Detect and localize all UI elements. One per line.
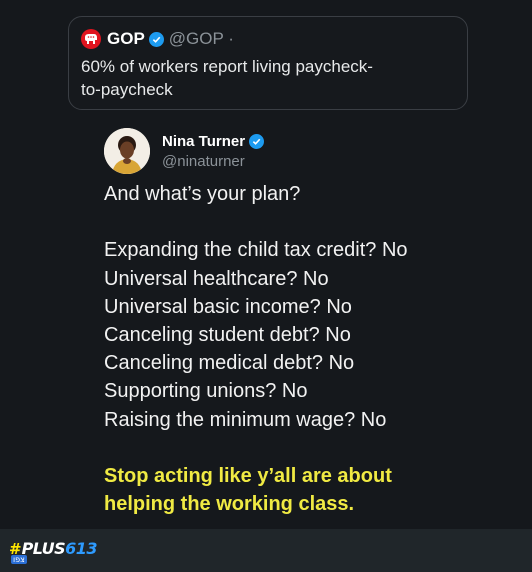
quoted-tweet-text: 60% of workers report living paycheck-to…	[81, 57, 373, 99]
brand-number: 613	[65, 539, 98, 558]
tweet-line: Canceling student debt? No	[104, 323, 351, 346]
brand-text: PLUS	[21, 539, 66, 558]
author-name-row: Nina Turner	[162, 133, 269, 150]
tweet-line: Universal healthcare? No	[104, 267, 329, 290]
quoted-author-name[interactable]: GOP	[107, 29, 145, 49]
tweet-line: Supporting unions? No	[104, 380, 308, 403]
plus613-logo: #PLUS613 צפו	[9, 539, 98, 564]
tweet-line: And what’s your plan?	[104, 183, 301, 205]
verified-badge-icon	[249, 133, 265, 149]
gop-elephant-icon	[81, 29, 101, 49]
tweet-line: Canceling medical debt? No	[104, 352, 355, 375]
tweet-highlight-line: Stop acting like y’all are about	[104, 464, 392, 487]
quoted-author-handle[interactable]: @GOP ·	[169, 29, 234, 49]
tweet-line: Universal basic income? No	[104, 295, 352, 318]
author-name[interactable]: Nina Turner	[162, 133, 245, 150]
main-tweet: Nina Turner @ninaturner And what’s your …	[104, 128, 524, 518]
tweet-body: And what’s your plan? Expanding the chil…	[104, 180, 524, 518]
avatar[interactable]	[104, 128, 150, 174]
tweet-line: Expanding the child tax credit? No	[104, 239, 408, 262]
quoted-tweet-card[interactable]: GOP @GOP · 60% of workers report living …	[68, 16, 468, 110]
author-handle[interactable]: @ninaturner	[162, 153, 269, 170]
brand-badge: צפו	[11, 555, 27, 564]
watermark-bar: #PLUS613 צפו	[0, 529, 532, 572]
verified-badge-icon	[148, 31, 164, 47]
quoted-tweet-header: GOP @GOP ·	[81, 27, 455, 51]
tweet-line: Raising the minimum wage? No	[104, 408, 387, 431]
tweet-author: Nina Turner @ninaturner	[104, 128, 524, 174]
author-meta: Nina Turner @ninaturner	[162, 133, 269, 170]
tweet-highlight-line: helping the working class.	[104, 493, 355, 516]
